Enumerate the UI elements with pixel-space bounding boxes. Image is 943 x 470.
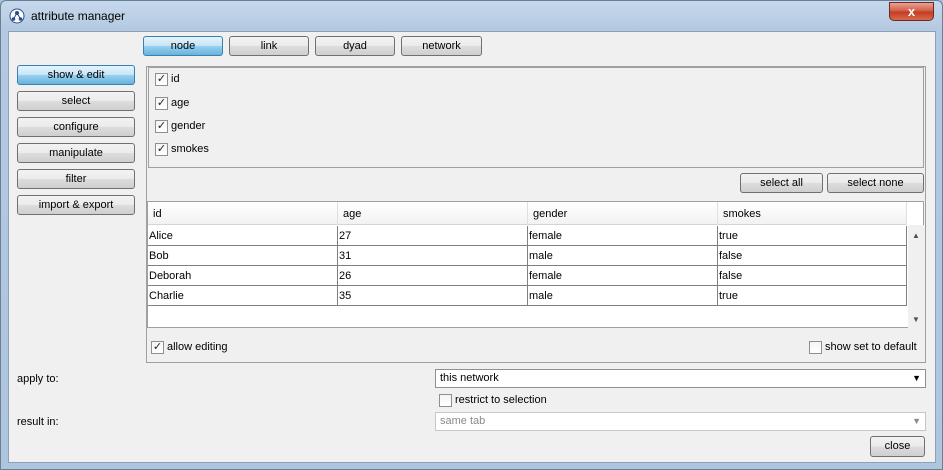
table-cell[interactable]: true xyxy=(718,226,907,246)
column-header-gender[interactable]: gender xyxy=(528,202,718,225)
table-cell[interactable]: false xyxy=(718,246,907,266)
table-row[interactable]: Alice 27 female true xyxy=(148,226,907,246)
attr-age-label: age xyxy=(171,97,190,109)
chevron-down-icon: ▼ xyxy=(912,416,921,426)
window-close-button[interactable]: x xyxy=(889,2,934,21)
attribute-list: ✓ id ✓ age ✓ gender ✓ smokes xyxy=(148,67,924,168)
sidebar-show-edit[interactable]: show & edit xyxy=(17,65,135,85)
close-icon: x xyxy=(907,4,916,19)
scroll-up-icon[interactable]: ▲ xyxy=(912,231,920,240)
sidebar-select[interactable]: select xyxy=(17,91,135,111)
table-cell[interactable]: Alice xyxy=(148,226,338,246)
table-row[interactable]: Charlie 35 male true xyxy=(148,286,907,306)
attr-age-checkbox[interactable]: ✓ xyxy=(155,97,168,110)
table-vertical-scrollbar[interactable]: ▲ ▼ xyxy=(908,225,924,328)
chevron-down-icon: ▼ xyxy=(912,373,921,383)
table-cell[interactable]: 26 xyxy=(338,266,528,286)
table-cell[interactable]: 27 xyxy=(338,226,528,246)
table-row[interactable]: Deborah 26 female false xyxy=(148,266,907,286)
show-set-to-default-label: show set to default xyxy=(825,341,917,353)
attr-smokes-label: smokes xyxy=(171,143,209,155)
attribute-manager-window: attribute manager x node link dyad netwo… xyxy=(0,0,943,470)
network-app-icon xyxy=(9,8,25,24)
close-button[interactable]: close xyxy=(870,436,925,457)
scroll-down-icon[interactable]: ▼ xyxy=(912,315,920,324)
allow-editing-checkbox[interactable]: ✓ xyxy=(151,341,164,354)
table-cell[interactable]: true xyxy=(718,286,907,306)
restrict-to-selection-checkbox[interactable] xyxy=(439,394,452,407)
table-cell[interactable]: Deborah xyxy=(148,266,338,286)
sidebar-import-export[interactable]: import & export xyxy=(17,195,135,215)
client-area: node link dyad network show & edit selec… xyxy=(8,31,936,463)
table-header: id age gender smokes xyxy=(148,202,907,225)
show-set-to-default-checkbox[interactable] xyxy=(809,341,822,354)
attr-smokes-checkbox[interactable]: ✓ xyxy=(155,143,168,156)
restrict-to-selection-label: restrict to selection xyxy=(455,394,547,406)
attr-gender-checkbox[interactable]: ✓ xyxy=(155,120,168,133)
select-none-button[interactable]: select none xyxy=(827,173,924,193)
column-header-id[interactable]: id xyxy=(148,202,338,225)
sidebar-configure[interactable]: configure xyxy=(17,117,135,137)
table-cell[interactable]: 35 xyxy=(338,286,528,306)
apply-to-value: this network xyxy=(440,372,499,384)
apply-to-select[interactable]: this network ▼ xyxy=(435,369,926,388)
tab-node[interactable]: node xyxy=(143,36,223,56)
table-cell[interactable]: male xyxy=(528,286,718,306)
sidebar-manipulate[interactable]: manipulate xyxy=(17,143,135,163)
attribute-table: id age gender smokes Alice 27 female tru… xyxy=(147,201,924,328)
result-in-select[interactable]: same tab ▼ xyxy=(435,412,926,431)
table-cell[interactable]: false xyxy=(718,266,907,286)
tab-network[interactable]: network xyxy=(401,36,482,56)
window-title: attribute manager xyxy=(31,9,126,23)
title-bar[interactable]: attribute manager x xyxy=(1,1,942,31)
apply-to-label: apply to: xyxy=(17,373,59,385)
result-in-label: result in: xyxy=(17,416,59,428)
table-cell[interactable]: female xyxy=(528,266,718,286)
table-cell[interactable]: male xyxy=(528,246,718,266)
tab-dyad[interactable]: dyad xyxy=(315,36,395,56)
allow-editing-label: allow editing xyxy=(167,341,228,353)
table-cell[interactable]: female xyxy=(528,226,718,246)
result-in-value: same tab xyxy=(440,415,486,427)
table-cell[interactable]: Bob xyxy=(148,246,338,266)
sidebar-filter[interactable]: filter xyxy=(17,169,135,189)
tab-link[interactable]: link xyxy=(229,36,309,56)
attr-id-label: id xyxy=(171,73,180,85)
table-cell[interactable]: 31 xyxy=(338,246,528,266)
attr-gender-label: gender xyxy=(171,120,206,132)
column-header-age[interactable]: age xyxy=(338,202,528,225)
table-row[interactable]: Bob 31 male false xyxy=(148,246,907,266)
table-cell[interactable]: Charlie xyxy=(148,286,338,306)
attr-id-checkbox[interactable]: ✓ xyxy=(155,73,168,86)
select-all-button[interactable]: select all xyxy=(740,173,823,193)
column-header-smokes[interactable]: smokes xyxy=(718,202,907,225)
